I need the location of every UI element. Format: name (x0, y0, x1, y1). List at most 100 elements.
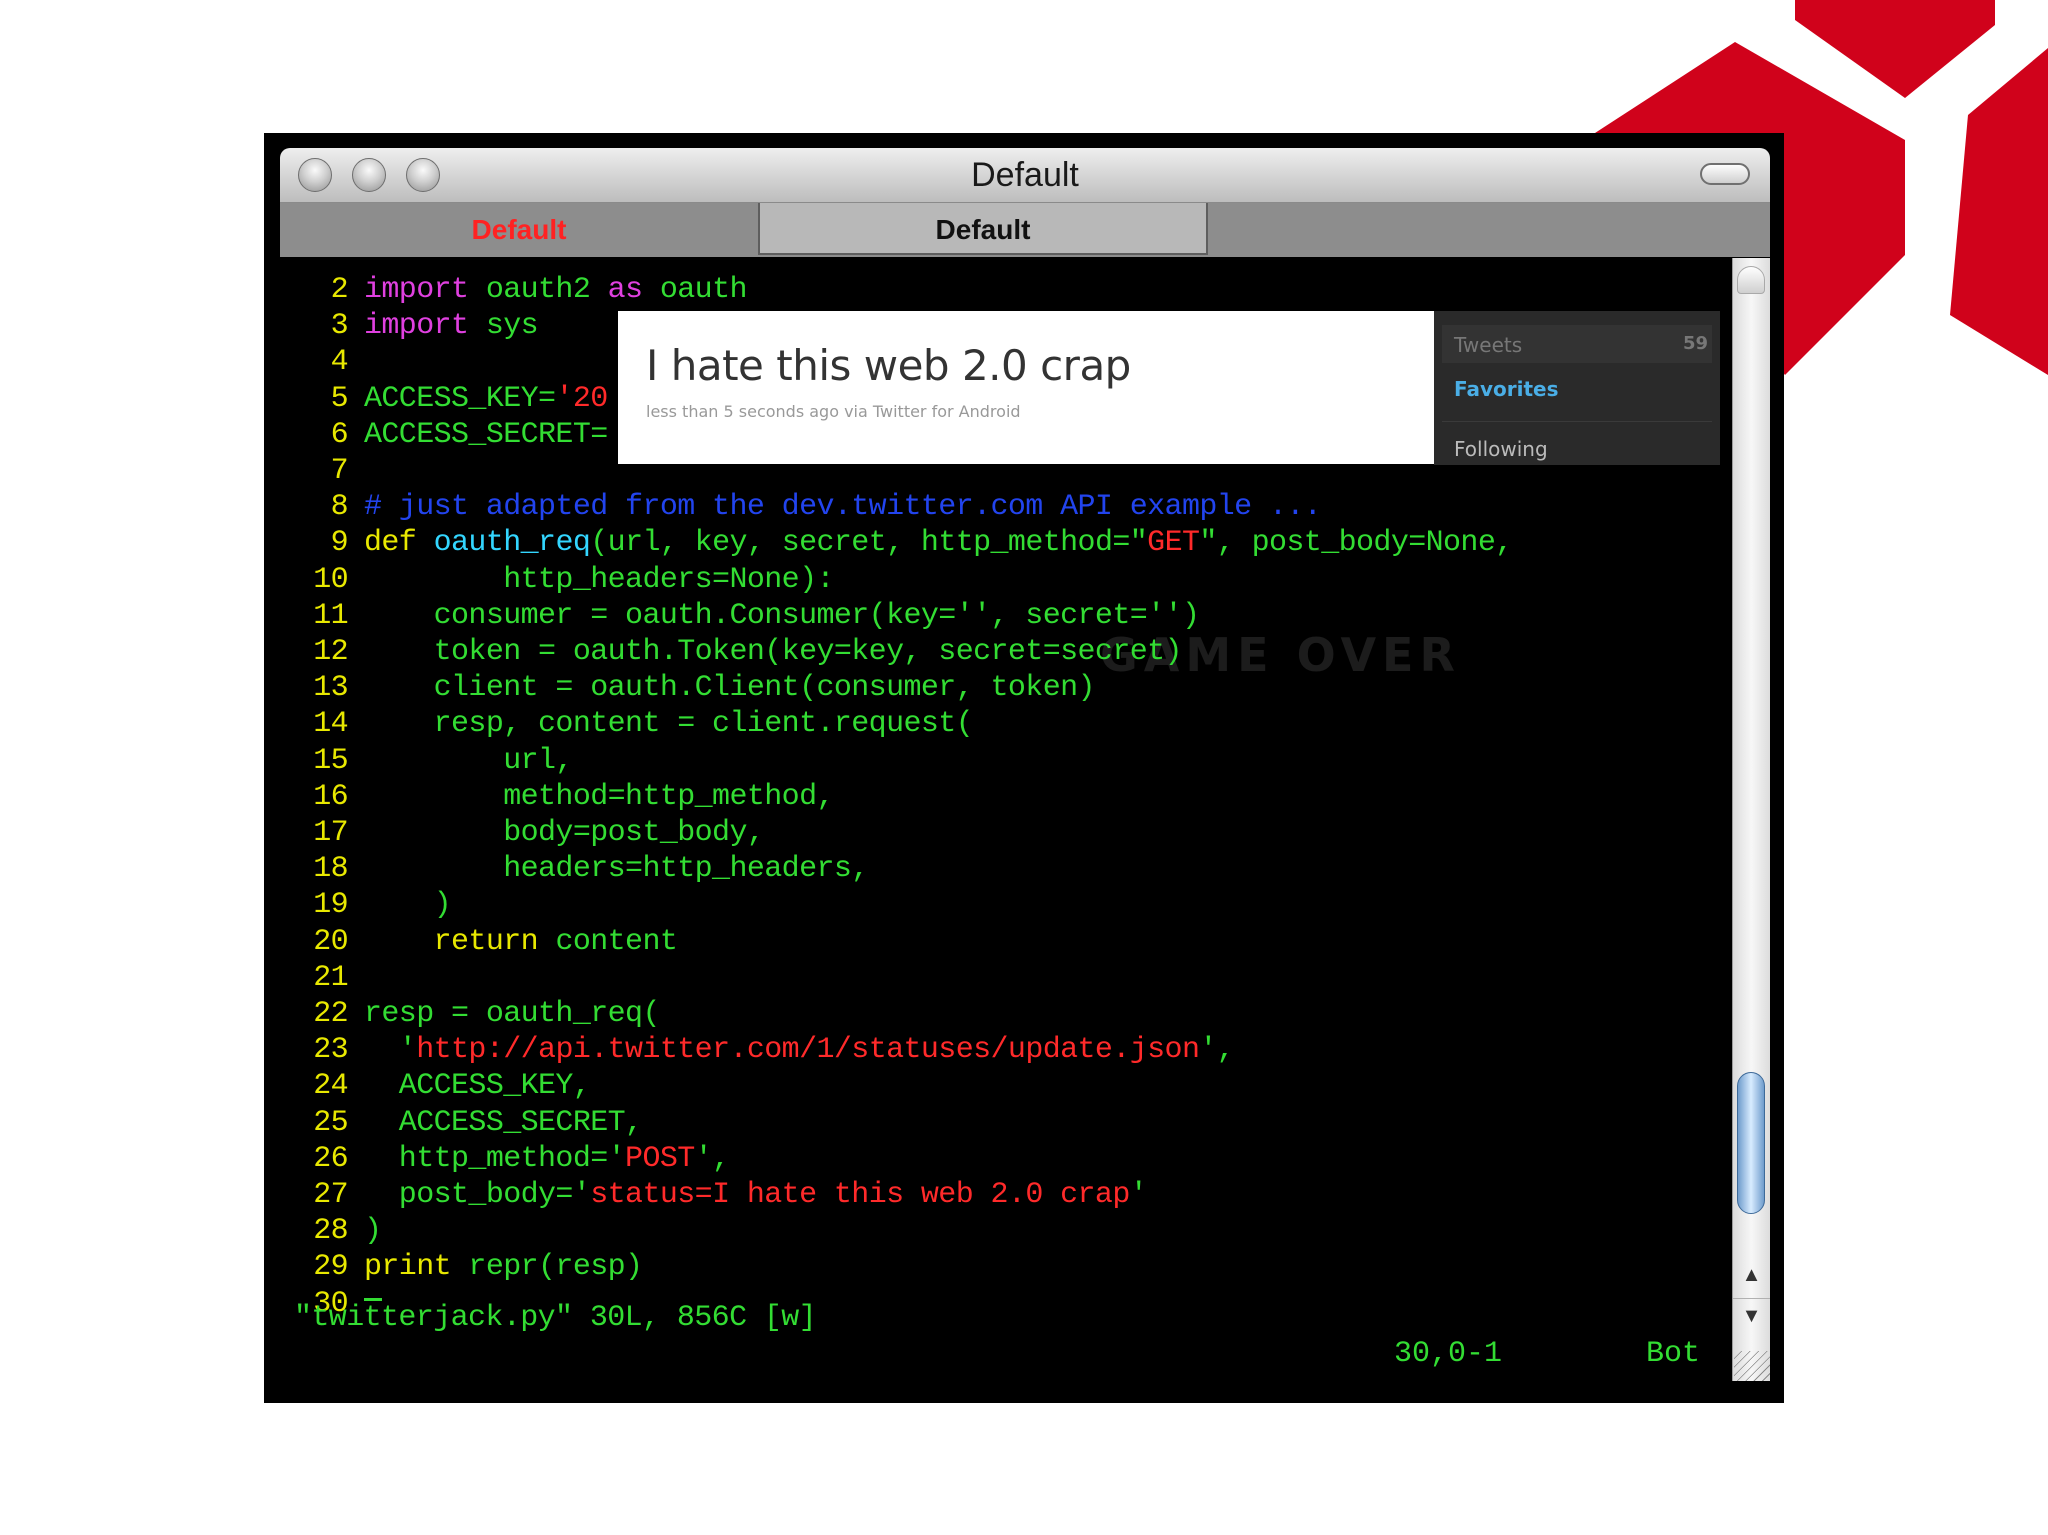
line-number: 8 (330, 490, 349, 525)
code-token: body=post_body, (364, 816, 765, 850)
tweets-count-badge: 59 (1682, 333, 1708, 354)
tweet-card: I hate this web 2.0 crap less than 5 sec… (618, 311, 1434, 464)
code-token: content (538, 924, 678, 959)
code-line: 23 'http://api.twitter.com/1/statuses/up… (280, 1032, 1235, 1068)
line-number: 11 (313, 598, 348, 633)
tab-default-2[interactable]: Default (758, 203, 1208, 255)
cursor-position: 30,0-1 (1394, 1337, 1503, 1371)
code-token: import (364, 309, 469, 344)
scroll-position: Bot (1646, 1337, 1701, 1371)
twitter-sidebar: Tweets 59 Favorites Following (1434, 311, 1720, 465)
toolbar-toggle-button[interactable] (1700, 163, 1750, 185)
line-number: 16 (313, 779, 348, 814)
code-line: 28) (280, 1213, 382, 1249)
vertical-scrollbar[interactable]: ▲ ▼ (1732, 258, 1770, 1381)
code-line: 4 (280, 344, 364, 380)
line-number: 17 (313, 816, 348, 850)
code-token: as (607, 273, 643, 307)
code-token: ' (1129, 1178, 1148, 1212)
line-number: 4 (330, 345, 349, 380)
resize-grip-icon[interactable] (1734, 1351, 1770, 1381)
code-line: 14 resp, content = client.request( (280, 706, 974, 742)
line-number: 14 (313, 707, 348, 742)
scrollbar-top-cap (1737, 266, 1765, 294)
tweet-text: I hate this web 2.0 crap (646, 341, 1131, 390)
code-line: 18 headers=http_headers, (280, 851, 869, 887)
window-titlebar[interactable]: Default (280, 148, 1770, 203)
code-line: 11 consumer = oauth.Consumer(key='', sec… (280, 598, 1200, 634)
line-number: 3 (330, 309, 349, 344)
line-number: 7 (330, 454, 349, 488)
code-token: # just adapted from the dev.twitter.com … (364, 490, 1322, 525)
code-token: ) (364, 888, 452, 923)
code-token: import (364, 273, 469, 307)
code-token: POST (625, 1141, 695, 1176)
code-line: 6 ACCESS_SECRET= (280, 417, 609, 453)
code-token: post_body=' (364, 1178, 591, 1212)
line-number: 9 (330, 526, 349, 561)
code-token: http_method=' (364, 1141, 626, 1176)
code-token: oauth_req (433, 526, 591, 561)
code-line: 10 http_headers=None): (280, 562, 834, 598)
code-token: url, (364, 743, 573, 778)
tab-bar: Default Default (280, 203, 1770, 257)
line-number: 2 (330, 273, 349, 307)
code-token: ) (364, 1214, 382, 1249)
line-number: 20 (313, 924, 348, 959)
code-token: (url, key, secret, http_method=" (590, 526, 1148, 561)
code-token: oauth (642, 273, 748, 307)
line-number: 5 (330, 381, 349, 416)
tab-default-1[interactable]: Default (280, 203, 758, 254)
line-number: 6 (330, 417, 349, 452)
line-number: 29 (313, 1250, 348, 1285)
tweet-meta: less than 5 seconds ago via Twitter for … (646, 402, 1021, 421)
sidebar-divider (1442, 421, 1712, 422)
code-line: 26 http_method='POST', (280, 1141, 730, 1177)
code-token: http://api.twitter.com/1/statuses/update… (416, 1033, 1200, 1068)
code-token: token = oauth.Token(key=key, secret=secr… (364, 635, 1183, 669)
code-token: consumer = oauth.Consumer(key='', secret… (364, 598, 1200, 633)
scroll-up-arrow-icon[interactable]: ▲ (1733, 1258, 1770, 1292)
line-number: 28 (313, 1214, 348, 1249)
code-token: ACCESS_KEY= (364, 381, 556, 416)
code-token: resp = oauth_req( (364, 997, 660, 1031)
line-number: 25 (313, 1105, 348, 1140)
code-token: method=http_method, (364, 779, 834, 814)
code-line: 20 return content (280, 924, 678, 960)
code-line: 7 (280, 453, 364, 489)
code-line: 29 print repr(resp) (280, 1249, 643, 1285)
code-token: ', (1199, 1033, 1235, 1068)
line-number: 13 (313, 671, 348, 706)
line-number: 10 (313, 562, 348, 597)
line-number: 23 (313, 1033, 348, 1068)
code-token: oauth2 (468, 273, 608, 307)
scrollbar-thumb[interactable] (1737, 1072, 1765, 1214)
code-token: ', (694, 1141, 730, 1176)
code-token: ' (364, 1033, 417, 1068)
logo-shape-top (1795, 0, 1995, 98)
line-number: 15 (313, 743, 348, 778)
code-token: headers=http_headers, (364, 852, 869, 887)
code-line: 25 ACCESS_SECRET, (280, 1105, 643, 1141)
code-line: 21 (280, 960, 364, 996)
code-token: client = oauth.Client(consumer, token) (364, 671, 1096, 706)
line-number: 18 (313, 852, 348, 887)
code-token: def (364, 526, 417, 561)
window-title: Default (971, 156, 1079, 194)
code-line: 15 url, (280, 743, 573, 779)
line-number: 24 (313, 1069, 348, 1104)
code-token: return (433, 924, 539, 959)
code-token: ACCESS_KEY, (364, 1069, 591, 1104)
line-number: 27 (313, 1178, 348, 1212)
code-line: 13 client = oauth.Client(consumer, token… (280, 670, 1095, 706)
scroll-down-arrow-icon[interactable]: ▼ (1733, 1298, 1770, 1333)
code-line: 24 ACCESS_KEY, (280, 1068, 591, 1104)
line-number: 21 (313, 960, 348, 995)
code-token: http_headers=None): (364, 562, 834, 597)
sidebar-item-following[interactable]: Following (1454, 437, 1548, 461)
code-line: 9 def oauth_req(url, key, secret, http_me… (280, 525, 1514, 561)
sidebar-item-favorites[interactable]: Favorites (1454, 377, 1559, 401)
line-number: 26 (313, 1141, 348, 1176)
sidebar-item-tweets[interactable]: Tweets (1454, 333, 1522, 357)
